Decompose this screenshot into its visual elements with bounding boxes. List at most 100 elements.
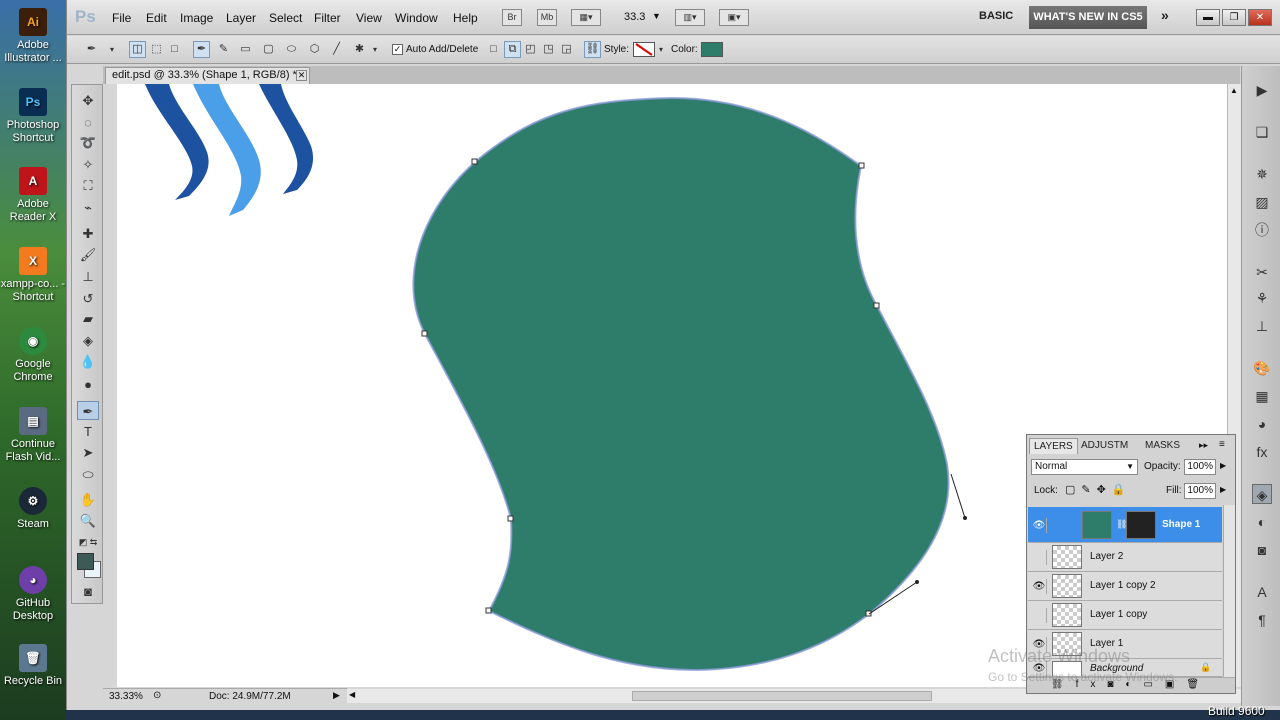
menu-image[interactable]: Image [180,11,213,25]
desktop-icon-photoshop[interactable]: Ps Photoshop Shortcut [0,88,66,145]
exclude-overlapping-icon[interactable]: ◲ [558,41,575,58]
minimize-button[interactable]: ▬ [1196,9,1220,26]
shape-layers-icon[interactable]: ◫ [129,41,146,58]
swatches-panel-icon[interactable]: ▦ [1252,386,1272,406]
dodge-tool-icon[interactable]: ● [77,375,99,394]
menu-edit[interactable]: Edit [146,11,167,25]
tab-layers[interactable]: LAYERS [1029,438,1078,454]
color-panel-icon[interactable]: 🎨 [1252,358,1272,378]
custom-shape-dropdown-icon[interactable]: ▾ [370,41,380,58]
direction-handle[interactable] [915,580,919,584]
character-panel-icon[interactable]: A [1252,582,1272,602]
rectangle-icon[interactable]: ▭ [237,41,254,58]
anchor-point[interactable] [507,515,514,522]
auto-add-delete-checkbox[interactable]: ✓ [392,44,403,55]
pen-icon[interactable]: ✒ [193,41,210,58]
menu-help[interactable]: Help [453,11,478,25]
pen-tool-preset-icon[interactable]: ✒ [83,41,100,58]
paint-bucket-tool-icon[interactable]: ◈ [77,331,99,350]
layer-row-layer-1-copy[interactable]: Layer 1 copy [1028,601,1222,630]
eye-icon[interactable]: 👁 [1032,579,1047,594]
layers-panel-icon[interactable]: ◈ [1252,484,1272,504]
collapse-panel-icon[interactable]: ▸▸ [1199,440,1208,451]
lasso-tool-icon[interactable]: ➰ [77,133,99,152]
bridge-button[interactable]: Br [502,9,522,26]
foreground-color-swatch[interactable] [77,553,94,570]
whats-new-button[interactable]: WHAT'S NEW IN CS5 [1029,6,1147,29]
default-colors-icon[interactable]: ◩ ⇆ [77,533,99,552]
desktop-icon-chrome[interactable]: ◉ Google Chrome [0,327,66,384]
fill-pixels-icon[interactable]: □ [166,41,183,58]
intersect-shape-areas-icon[interactable]: ◳ [540,41,557,58]
menu-select[interactable]: Select [269,11,302,25]
menu-layer[interactable]: Layer [226,11,256,25]
subtract-from-shape-area-icon[interactable]: ◰ [522,41,539,58]
brush-presets-icon[interactable]: ⚘ [1252,288,1272,308]
anchor-point[interactable] [471,158,478,165]
add-to-shape-area-icon[interactable]: ⧉ [504,41,521,58]
hand-tool-icon[interactable]: ✋ [77,490,99,509]
desktop-icon-github[interactable]: ◕ GitHub Desktop [0,566,66,623]
desktop-icon-adobe-reader[interactable]: A Adobe Reader X [0,167,66,224]
status-arrow-icon[interactable]: ▶ [333,690,340,701]
move-tool-icon[interactable]: ✥ [77,91,99,110]
document-tab[interactable]: edit.psd @ 33.3% (Shape 1, RGB/8) * ✕ [105,67,310,84]
type-tool-icon[interactable]: T [77,422,99,441]
layer-row-shape-1[interactable]: 👁 ⛓ Shape 1 [1028,507,1222,543]
navigator-panel-icon[interactable]: ✵ [1252,164,1272,184]
status-menu-icon[interactable]: ⊙ [153,690,161,701]
tool-presets-icon[interactable]: ✂ [1252,262,1272,282]
screen-mode-button[interactable]: ▣▾ [719,9,749,26]
quick-selection-tool-icon[interactable]: ✧ [77,155,99,174]
eyedropper-tool-icon[interactable]: ⌁ [77,198,99,217]
healing-brush-tool-icon[interactable]: ✚ [77,224,99,243]
menu-view[interactable]: View [356,11,382,25]
info-panel-icon[interactable]: ⓘ [1252,220,1272,240]
link-layer-style-icon[interactable]: ⛓ [584,41,601,58]
restore-button[interactable]: ❐ [1222,9,1246,26]
paragraph-panel-icon[interactable]: ¶ [1252,610,1272,630]
styles-panel-icon[interactable]: ◕ [1252,414,1272,434]
crop-tool-icon[interactable]: ⛶ [77,176,99,195]
rounded-rectangle-icon[interactable]: ▢ [260,41,277,58]
adjustments-panel-icon[interactable]: fx [1252,442,1272,462]
polygon-icon[interactable]: ⬡ [306,41,323,58]
clone-stamp-tool-icon[interactable]: ⊥ [77,267,99,286]
custom-shape-icon[interactable]: ✱ [351,41,368,58]
eraser-tool-icon[interactable]: ▰ [77,309,99,328]
histogram-panel-icon[interactable]: ▨ [1252,192,1272,212]
mini-bridge-button[interactable]: Mb [537,9,557,26]
color-swatch[interactable] [701,42,723,57]
opacity-slider-icon[interactable]: ▶ [1220,461,1226,470]
brush-tool-icon[interactable]: 🖌 [77,245,99,264]
eye-hidden-icon[interactable] [1032,550,1047,565]
desktop-icon-flash-video[interactable]: ▤ Continue Flash Vid... [0,407,66,464]
scroll-left-icon[interactable]: ◀ [349,690,355,699]
close-button[interactable]: ✕ [1248,9,1272,26]
eye-icon[interactable]: 👁 [1032,518,1047,533]
panel-menu-icon[interactable]: ≡ [1219,439,1225,450]
menu-window[interactable]: Window [395,11,438,25]
channels-panel-icon[interactable]: ◐ [1252,512,1272,532]
horizontal-scroll-thumb[interactable] [632,691,932,701]
anchor-point[interactable] [858,162,865,169]
view-extras-button[interactable]: ▦▾ [571,9,601,26]
history-brush-tool-icon[interactable]: ↺ [77,289,99,308]
paths-panel-icon[interactable]: ◙ [1252,540,1272,560]
more-workspaces-icon[interactable]: » [1161,7,1169,23]
tab-masks[interactable]: MASKS [1141,438,1184,454]
arrange-documents-button[interactable]: ▥▾ [675,9,705,26]
quick-mask-icon[interactable]: ◙ [77,582,99,601]
zoom-readout[interactable]: 33.33% [109,691,143,702]
blend-mode-select[interactable]: Normal ▼ [1031,459,1138,475]
fill-slider-icon[interactable]: ▶ [1220,485,1226,494]
path-selection-tool-icon[interactable]: ➤ [77,443,99,462]
zoom-dropdown-icon[interactable]: ▼ [652,11,661,21]
clone-source-icon[interactable]: ⊥ [1252,316,1272,336]
pen-tool-icon[interactable]: ✒ [77,401,99,420]
layer-row-layer-1-copy-2[interactable]: 👁 Layer 1 copy 2 [1028,572,1222,601]
zoom-level[interactable]: 33.3 [624,11,645,23]
workspace-basic[interactable]: BASIC [979,10,1013,22]
line-icon[interactable]: ╱ [328,41,345,58]
desktop-icon-recycle-bin[interactable]: 🗑 Recycle Bin [0,644,66,688]
